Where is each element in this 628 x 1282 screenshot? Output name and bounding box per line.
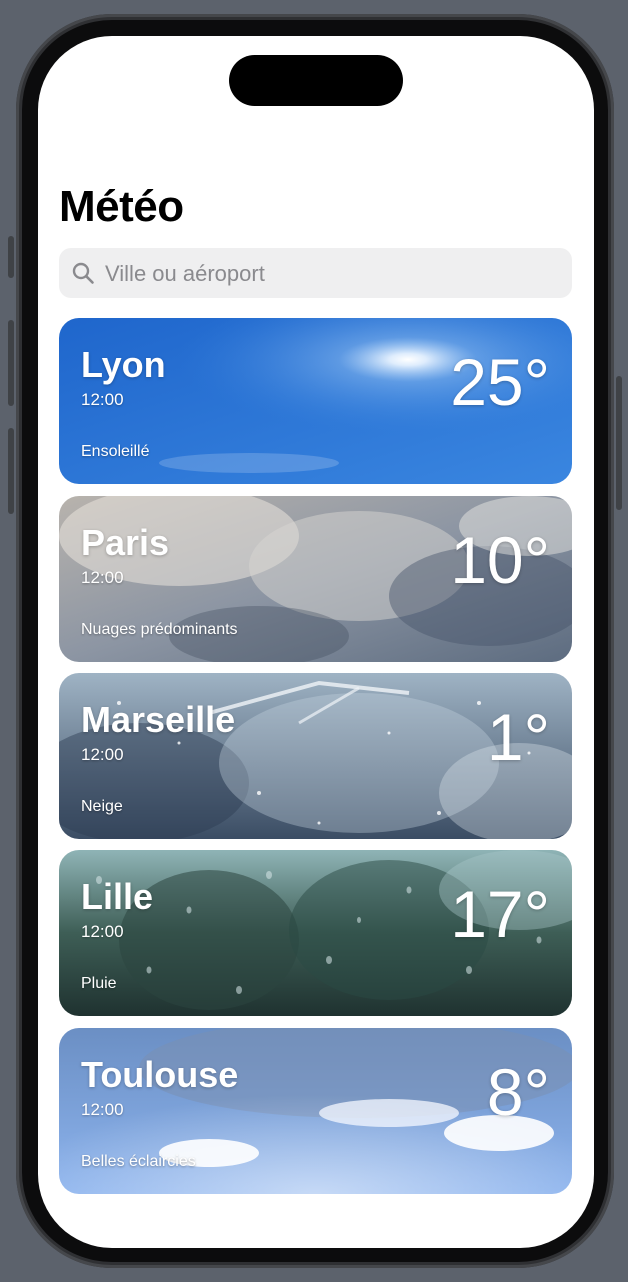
city-card-lyon[interactable]: Lyon 12:00 Ensoleillé 25° [59,318,572,484]
city-time: 12:00 [81,568,124,587]
search-input[interactable] [103,248,557,300]
city-time: 12:00 [81,390,124,409]
search-bar[interactable] [59,248,572,300]
city-card-lille[interactable]: Lille 12:00 Pluie 17° [59,850,572,1016]
volume-up-button [8,320,14,406]
volume-down-button [8,428,14,514]
city-time: 12:00 [81,922,124,941]
city-name: Paris [81,522,170,563]
city-temperature: 8° [486,1055,550,1129]
city-condition: Ensoleillé [81,443,150,460]
city-time: 12:00 [81,745,124,764]
city-temperature: 10° [450,523,550,597]
city-time: 12:00 [81,1100,124,1119]
dynamic-island [229,55,403,106]
page-title: Météo [59,182,184,231]
city-name: Marseille [81,699,236,740]
city-name: Lyon [81,344,166,385]
city-name: Lille [81,876,154,917]
search-icon [72,262,94,284]
city-temperature: 1° [486,700,550,774]
city-temperature: 25° [450,345,550,419]
city-temperature: 17° [450,877,550,951]
action-button [8,236,14,278]
power-button [616,376,622,510]
city-name: Toulouse [81,1054,239,1095]
city-condition: Nuages prédominants [81,621,238,638]
city-card-paris[interactable]: Paris 12:00 Nuages prédominants 10° [59,496,572,662]
city-condition: Pluie [81,975,117,992]
city-condition: Belles éclaircies [81,1153,196,1170]
screen: Météo Ville ou aéroport Lyon 12:00 Ensol… [38,36,594,1248]
city-card-toulouse[interactable]: Toulouse 12:00 Belles éclaircies 8° [59,1028,572,1194]
city-condition: Neige [81,798,123,815]
city-card-marseille[interactable]: Marseille 12:00 Neige 1° [59,673,572,839]
